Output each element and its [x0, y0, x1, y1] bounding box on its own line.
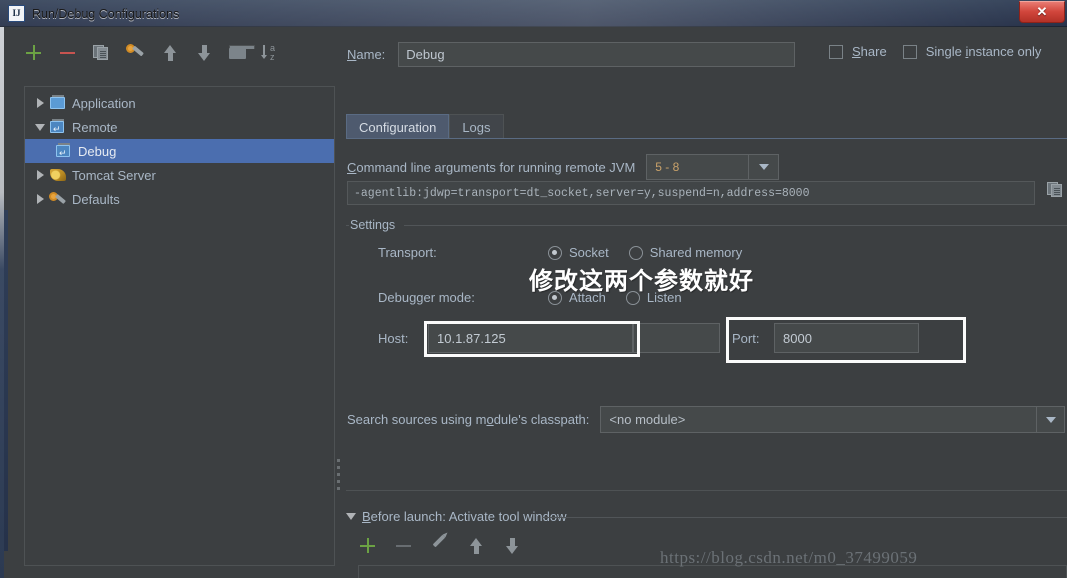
host-highlight-box [424, 321, 640, 357]
module-value: <no module> [609, 412, 686, 427]
panel-splitter-handle[interactable] [335, 455, 342, 497]
remove-task-icon[interactable] [394, 536, 414, 556]
remote-icon: ↵ [49, 119, 67, 135]
add-task-icon[interactable] [358, 536, 378, 556]
copy-configuration-icon[interactable] [92, 43, 112, 63]
agent-arguments-value: -agentlib:jdwp=transport=dt_socket,serve… [354, 186, 810, 200]
module-classpath-label: Search sources using module's classpath: [347, 412, 590, 427]
watermark: https://blog.csdn.net/m0_37499059 [660, 548, 918, 567]
tree-item-application[interactable]: Application [25, 91, 334, 115]
tree-item-label: Debug [78, 143, 117, 159]
expand-toggle-tomcat[interactable] [31, 170, 49, 180]
settings-group-border-left [346, 225, 349, 226]
before-launch-toolbar [358, 534, 522, 556]
window-title: Run/Debug Configurations [32, 6, 180, 21]
tab-label: Logs [462, 119, 491, 135]
expand-toggle-remote[interactable] [31, 123, 49, 131]
tree-item-debug[interactable]: ↵ Debug [25, 139, 334, 163]
settings-group-border [404, 225, 1067, 226]
chevron-down-icon[interactable] [748, 155, 778, 179]
transport-shared-memory-label: Shared memory [649, 245, 743, 260]
transport-socket-radio[interactable] [548, 245, 562, 260]
move-task-up-icon[interactable] [466, 536, 486, 556]
tree-item-label: Application [72, 95, 136, 111]
configuration-editor-panel: Name: Debug Share Single instance only C… [342, 28, 1067, 578]
section-divider [346, 490, 1067, 491]
close-window-button[interactable]: ✕ [1019, 1, 1065, 23]
tree-item-label: Defaults [72, 191, 120, 207]
transport-socket-label: Socket [569, 245, 609, 260]
tree-item-label: Tomcat Server [72, 167, 156, 183]
before-launch-header[interactable]: Before launch: Activate tool window [346, 509, 567, 524]
name-input[interactable]: Debug [398, 41, 796, 67]
annotation-text: 修改这两个参数就好 [529, 267, 754, 295]
copy-icon[interactable] [1046, 180, 1067, 202]
edit-defaults-icon[interactable] [126, 43, 146, 63]
close-icon: ✕ [1036, 4, 1048, 19]
transport-shared-memory-radio[interactable] [628, 245, 643, 260]
transport-label: Transport: [378, 245, 437, 260]
options-checkbox-group: Share Single instance only [829, 44, 1048, 59]
share-label: Share [852, 44, 887, 59]
expand-toggle-application[interactable] [31, 98, 49, 108]
collapse-icon[interactable] [346, 513, 356, 520]
chevron-down-icon[interactable] [1036, 407, 1064, 432]
agent-arguments-field[interactable]: -agentlib:jdwp=transport=dt_socket,serve… [347, 181, 1035, 205]
move-down-icon[interactable] [194, 43, 214, 63]
tab-configuration[interactable]: Configuration [346, 114, 450, 139]
tab-logs[interactable]: Logs [449, 114, 504, 139]
window-titlebar: IJ Run/Debug Configurations ✕ [0, 0, 1067, 27]
module-dropdown[interactable]: <no module> [600, 406, 1065, 433]
configurations-tree[interactable]: Application ↵ Remote ↵ Debug Tomcat Serv… [24, 86, 335, 566]
name-input-value: Debug [406, 46, 445, 62]
move-task-down-icon[interactable] [502, 536, 522, 556]
single-instance-checkbox[interactable] [902, 44, 917, 59]
application-icon [49, 95, 67, 111]
tree-toolbar: az [24, 40, 282, 66]
editor-tabs: Configuration Logs [346, 114, 1067, 139]
tree-item-defaults[interactable]: Defaults [25, 187, 334, 211]
tomcat-icon [49, 167, 67, 183]
tree-item-label: Remote [72, 119, 118, 135]
tab-label: Configuration [359, 119, 437, 135]
jdk-version-dropdown[interactable]: 5 - 8 [646, 154, 780, 180]
edit-task-icon[interactable] [430, 534, 450, 556]
transport-row: Transport: Socket Shared memory [378, 245, 742, 260]
add-icon[interactable] [24, 43, 44, 63]
tree-item-tomcat-server[interactable]: Tomcat Server [25, 163, 334, 187]
folder-icon[interactable] [228, 43, 255, 63]
remove-icon[interactable] [58, 43, 78, 63]
before-launch-border [542, 517, 1067, 518]
host-label: Host: [378, 330, 409, 346]
module-classpath-row: Search sources using module's classpath:… [347, 406, 1065, 433]
before-launch-title: Before launch: Activate tool window [362, 509, 567, 524]
jdk-version-value: 5 - 8 [655, 160, 680, 174]
port-highlight-box [726, 317, 966, 363]
settings-group-title: Settings [350, 218, 402, 232]
jvm-arguments-row: Command line arguments for running remot… [347, 154, 780, 180]
host-input-extension[interactable] [633, 323, 720, 353]
name-label: Name: [347, 46, 386, 62]
app-icon-label: IJ [12, 8, 21, 18]
move-up-icon[interactable] [160, 43, 180, 63]
share-checkbox[interactable] [829, 44, 843, 59]
remote-icon: ↵ [55, 143, 73, 159]
cmdline-label: Command line arguments for running remot… [347, 159, 636, 175]
tree-item-remote[interactable]: ↵ Remote [25, 115, 334, 139]
expand-toggle-defaults[interactable] [31, 194, 49, 204]
titlebar-content: IJ Run/Debug Configurations [8, 3, 179, 24]
defaults-icon [49, 191, 67, 207]
tabs-underline [346, 138, 1067, 139]
configurations-tree-panel: az Application ↵ Remote ↵ Debug Tomcat S… [8, 28, 335, 578]
single-instance-label: Single instance only [925, 44, 1042, 59]
run-debug-configurations-dialog: IJ Run/Debug Configurations ✕ a z Applic… [0, 0, 1067, 578]
debugger-mode-label: Debugger mode: [378, 290, 475, 305]
intellij-app-icon: IJ [8, 5, 25, 22]
sort-alphabetically-icon[interactable]: az [260, 43, 282, 63]
